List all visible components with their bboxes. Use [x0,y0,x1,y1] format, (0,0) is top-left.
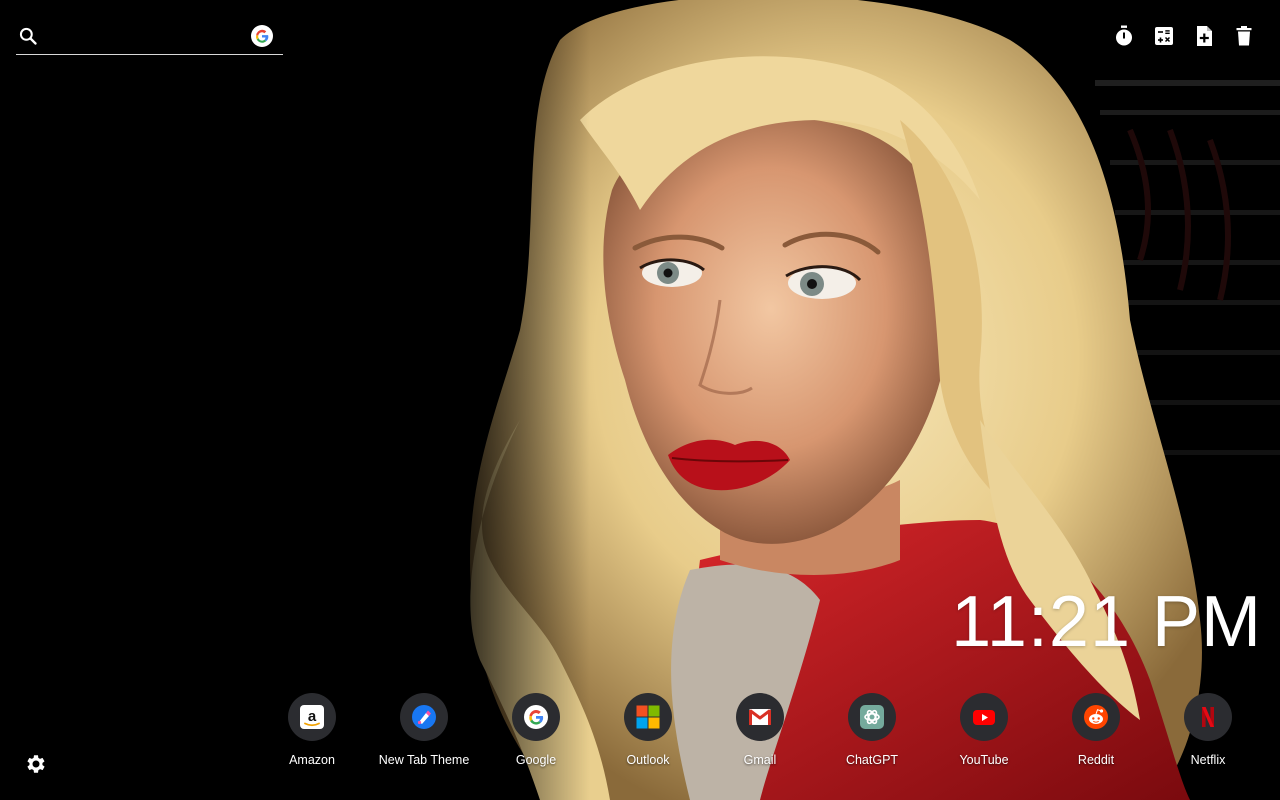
reddit-icon [1084,705,1108,729]
shortcut-label: Amazon [289,753,335,767]
shortcut-label: ChatGPT [845,753,899,767]
clock-time: 11:21 PM [951,582,1262,662]
shortcut-reddit[interactable]: Reddit [1040,693,1152,773]
svg-text:a: a [308,708,317,725]
shortcut-google[interactable]: Google [480,693,592,773]
shortcut-chatgpt[interactable]: ChatGPT [816,693,928,773]
shortcut-outlook[interactable]: Outlook [592,693,704,773]
chatgpt-icon [860,705,884,729]
shortcut-label: Outlook [626,753,670,767]
new-tab-theme-icon [412,705,436,729]
gear-icon[interactable] [24,752,48,776]
shortcuts-bar: a Amazon New Tab Theme Google Outlook Gm… [256,693,1264,773]
shortcut-netflix[interactable]: Netflix [1152,693,1264,773]
netflix-icon [1202,707,1214,727]
shortcut-label: New Tab Theme [378,753,470,767]
search-bar [16,20,283,55]
amazon-icon: a [300,705,324,729]
outlook-icon [636,705,660,729]
search-icon[interactable] [18,26,38,46]
top-toolbar [1112,24,1256,48]
google-icon [524,705,548,729]
add-note-icon[interactable] [1192,24,1216,48]
shortcut-youtube[interactable]: YouTube [928,693,1040,773]
shortcut-label: Google [515,753,557,767]
google-g-icon[interactable] [251,25,273,47]
shortcut-label: Netflix [1190,753,1226,767]
shortcut-label: YouTube [959,753,1009,767]
shortcut-label: Gmail [743,753,777,767]
timer-icon[interactable] [1112,24,1136,48]
youtube-icon [973,710,995,725]
calculator-icon[interactable] [1152,24,1176,48]
shortcut-new-tab-theme[interactable]: New Tab Theme [368,693,480,773]
shortcut-gmail[interactable]: Gmail [704,693,816,773]
search-input[interactable] [50,22,244,52]
shortcut-amazon[interactable]: a Amazon [256,693,368,773]
shortcut-label: Reddit [1077,753,1115,767]
wallpaper-photo [0,0,1280,800]
gmail-icon [749,709,771,725]
trash-icon[interactable] [1232,24,1256,48]
